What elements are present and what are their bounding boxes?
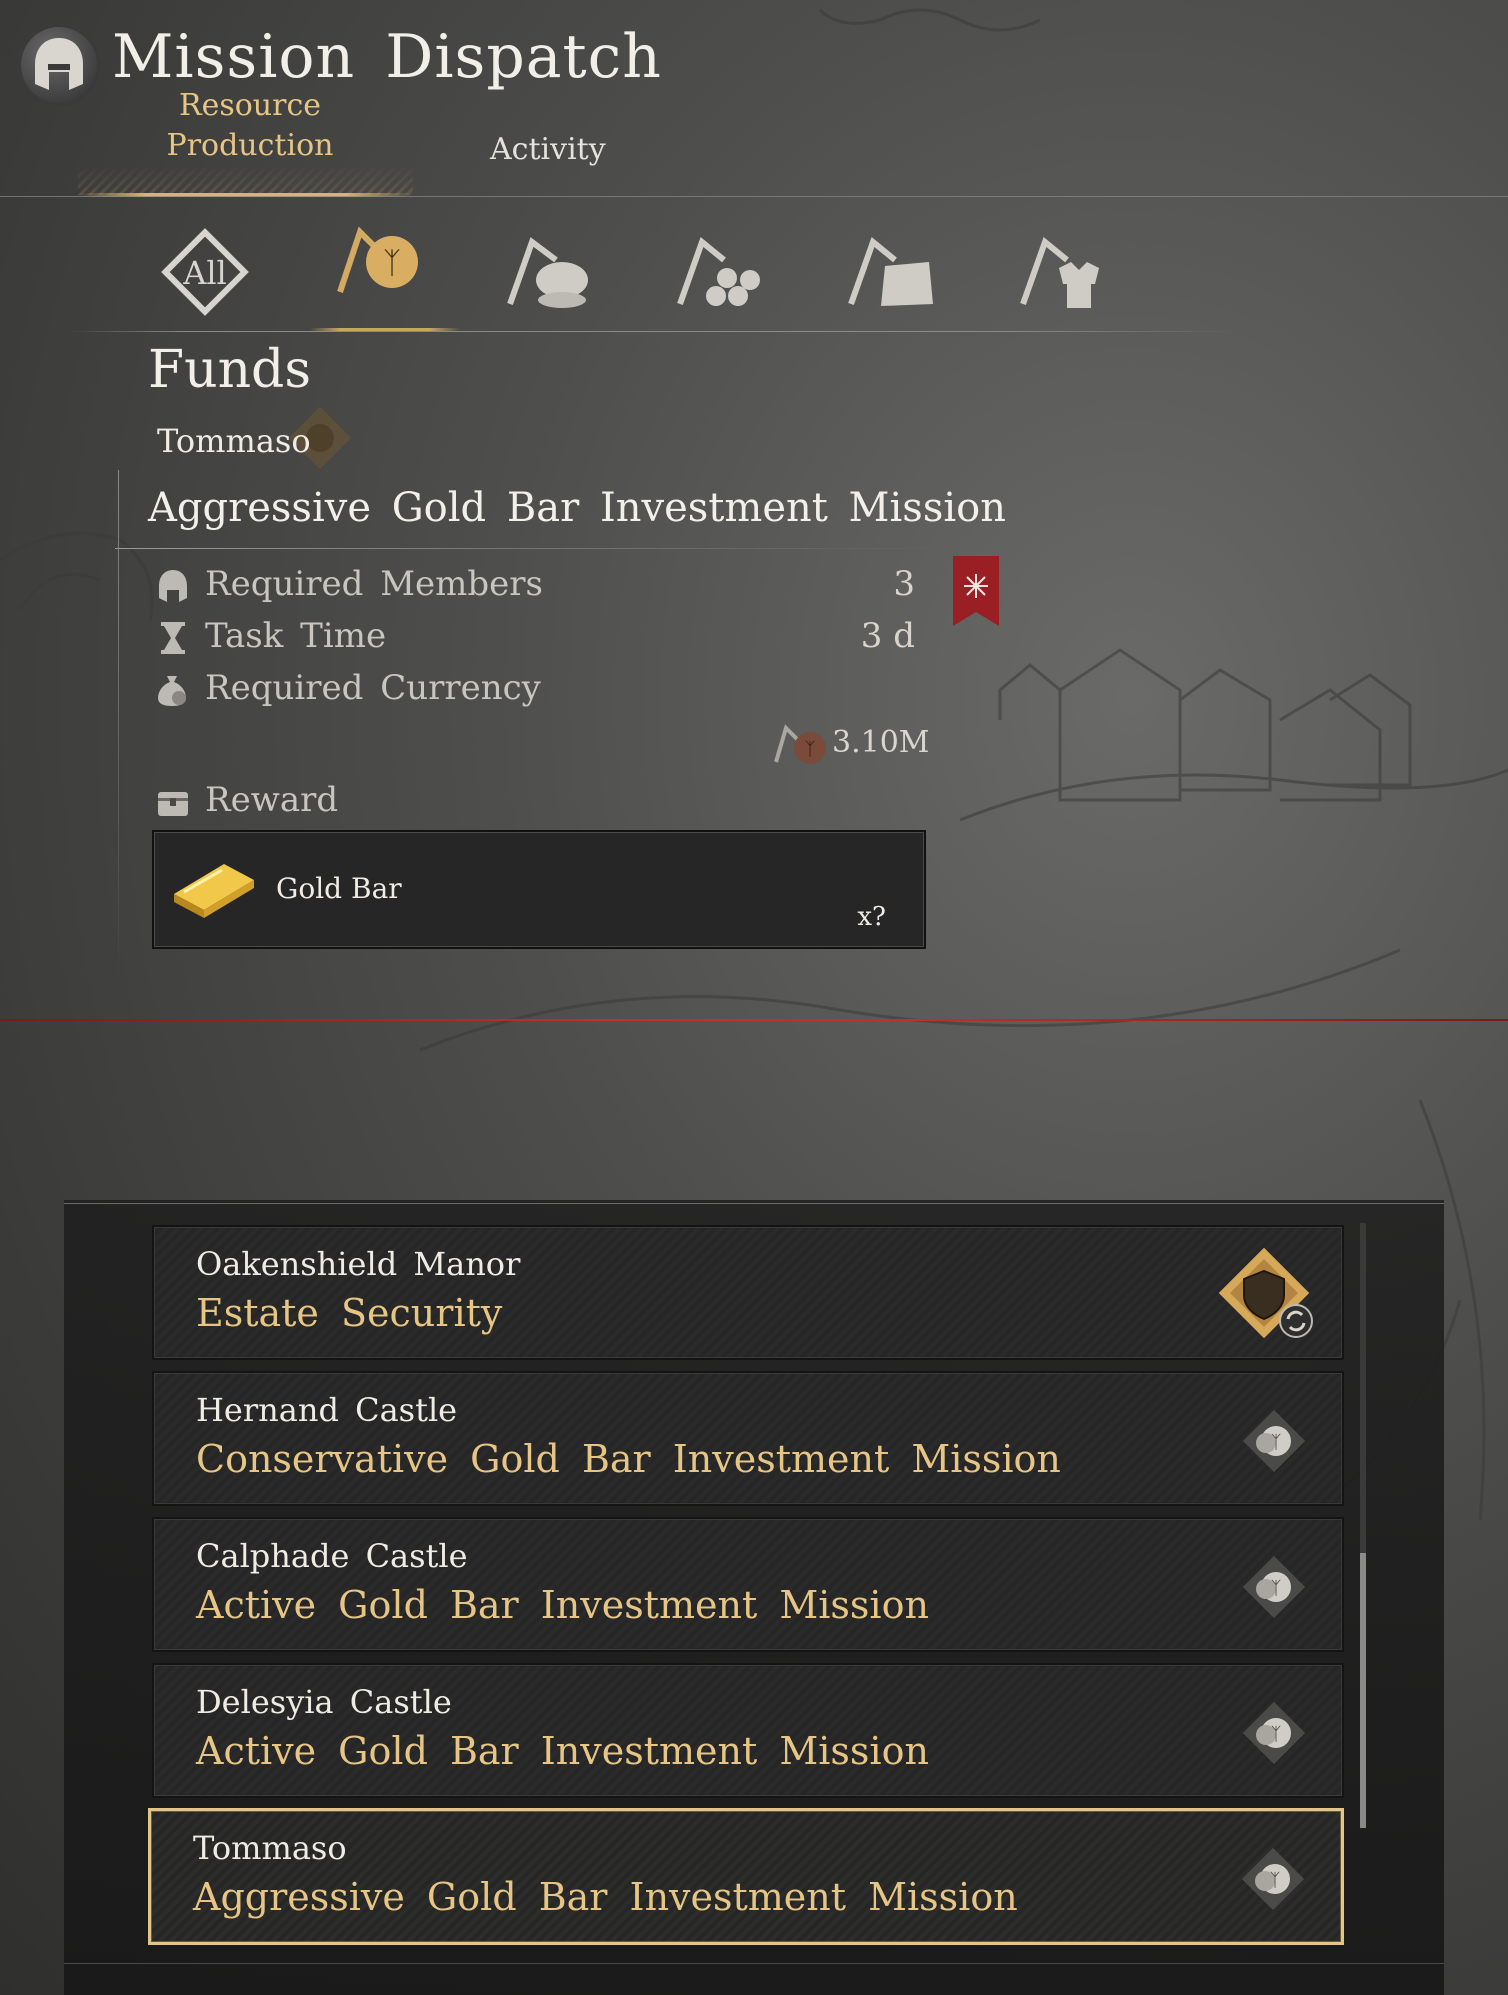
svg-text:ᛉ: ᛉ: [383, 246, 401, 281]
task-time-value: 3 d: [860, 616, 915, 656]
required-members-label: Required Members: [205, 564, 543, 604]
mission-location: Tommaso: [193, 1829, 347, 1867]
svg-text:ᛉ: ᛉ: [1271, 1432, 1282, 1453]
divider: [64, 1963, 1444, 1964]
mission-list-item[interactable]: Calphade Castle Active Gold Bar Investme…: [152, 1517, 1344, 1652]
mission-location: Calphade Castle: [196, 1537, 468, 1575]
coin-icon: ᛉ: [1234, 1401, 1314, 1481]
category-armor-button[interactable]: [1015, 222, 1115, 322]
divider: [0, 196, 1508, 197]
svg-text:ᛉ: ᛉ: [805, 739, 816, 760]
reward-quantity: x?: [857, 902, 886, 932]
mission-location: Hernand Castle: [196, 1391, 458, 1429]
money-bag-icon: [155, 672, 191, 708]
coin-icon: ᛉ: [1233, 1839, 1313, 1919]
category-food-button[interactable]: [500, 222, 600, 322]
required-members-value: 3: [893, 564, 915, 604]
required-currency-value: 3.10M: [832, 725, 930, 760]
tab-active-highlight: [78, 165, 413, 195]
page-title: Mission Dispatch: [112, 22, 662, 92]
svg-text:All: All: [182, 254, 227, 292]
task-time-label: Task Time: [205, 616, 387, 656]
category-funds-button[interactable]: ᛉ: [330, 212, 430, 312]
mission-list-item[interactable]: Delesyia Castle Active Gold Bar Investme…: [152, 1663, 1344, 1798]
mission-name: Active Gold Bar Investment Mission: [196, 1583, 929, 1627]
mission-location: Oakenshield Manor: [196, 1245, 521, 1283]
category-stone-button[interactable]: [843, 222, 943, 322]
mission-title: Aggressive Gold Bar Investment Mission: [148, 485, 1006, 531]
all-icon: All: [161, 228, 249, 316]
mission-list-item[interactable]: Oakenshield Manor Estate Security: [152, 1225, 1344, 1360]
svg-text:ᛉ: ᛉ: [1271, 1578, 1282, 1599]
mission-list-item-selected[interactable]: Tommaso Aggressive Gold Bar Investment M…: [148, 1808, 1344, 1945]
svg-text:ᛉ: ᛉ: [1271, 1724, 1282, 1745]
tab-resource-production[interactable]: Resource Production: [140, 86, 360, 166]
reward-name: Gold Bar: [276, 872, 402, 905]
mission-list-item[interactable]: Hernand Castle Conservative Gold Bar Inv…: [152, 1371, 1344, 1506]
chest-icon: [155, 784, 191, 820]
mission-location: Delesyia Castle: [196, 1683, 452, 1721]
helmet-badge-icon: [18, 24, 100, 106]
reward-label: Reward: [205, 780, 339, 820]
reward-item[interactable]: Gold Bar x?: [152, 830, 926, 949]
wood-tent-icon: [677, 236, 760, 306]
category-title: Funds: [148, 340, 312, 400]
scrollbar-thumb[interactable]: [1360, 1553, 1366, 1828]
required-currency-label: Required Currency: [205, 668, 541, 708]
funds-tent-icon: ᛉ: [337, 226, 418, 293]
mission-owner: Tommaso: [157, 422, 311, 460]
food-tent-icon: [507, 237, 588, 308]
divider: [64, 1203, 1444, 1204]
stone-tent-icon: [848, 236, 933, 306]
shield-icon: [1204, 1233, 1324, 1353]
currency-coin-icon: ᛉ: [770, 718, 830, 768]
gold-bar-icon: [166, 854, 262, 920]
red-divider: [0, 1019, 1508, 1021]
divider: [115, 548, 955, 549]
red-banner-icon: [953, 556, 999, 626]
mission-name: Conservative Gold Bar Investment Mission: [196, 1437, 1061, 1481]
divider: [118, 470, 119, 980]
mission-name: Active Gold Bar Investment Mission: [196, 1729, 929, 1773]
mission-name: Estate Security: [196, 1291, 503, 1335]
armor-tent-icon: [1020, 236, 1099, 308]
category-all-button[interactable]: All: [155, 222, 255, 322]
coin-icon: ᛉ: [1234, 1693, 1314, 1773]
svg-text:ᛉ: ᛉ: [1270, 1870, 1281, 1891]
hourglass-icon: [155, 620, 191, 656]
helmet-icon: [155, 568, 191, 604]
category-wood-button[interactable]: [672, 222, 772, 322]
mission-name: Aggressive Gold Bar Investment Mission: [193, 1875, 1018, 1919]
coin-icon: ᛉ: [1234, 1547, 1314, 1627]
divider: [70, 331, 1240, 332]
tab-activity[interactable]: Activity: [490, 132, 606, 167]
